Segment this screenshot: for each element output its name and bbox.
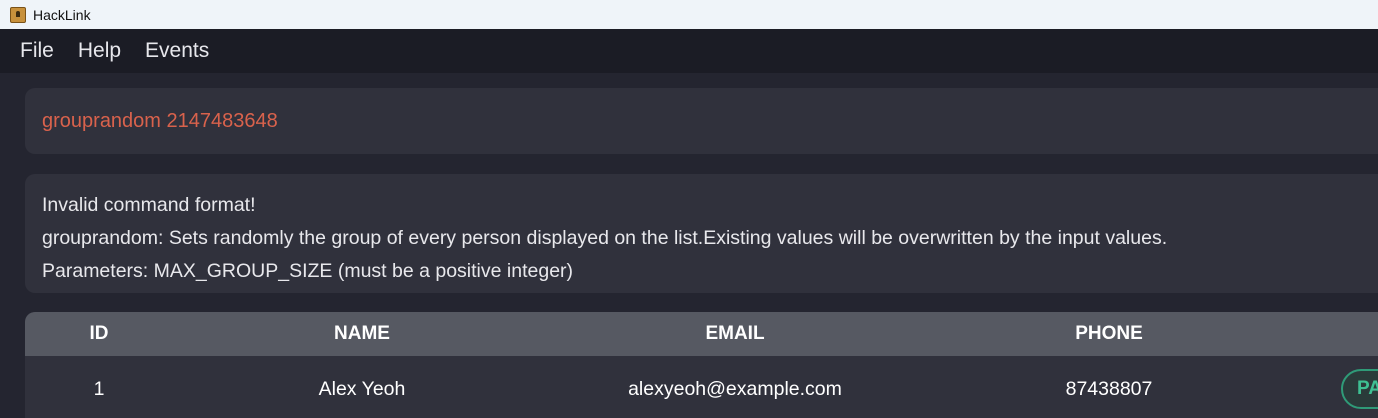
- app-icon: [10, 6, 26, 23]
- command-input-text[interactable]: grouprandom 2147483648: [42, 110, 278, 133]
- menu-events[interactable]: Events: [145, 39, 209, 63]
- header-name[interactable]: NAME: [173, 312, 551, 356]
- command-box[interactable]: grouprandom 2147483648: [25, 88, 1378, 154]
- table-header: ID NAME EMAIL PHONE: [25, 312, 1378, 356]
- result-line-error: Invalid command format!: [42, 194, 256, 216]
- result-line-parameters: Parameters: MAX_GROUP_SIZE (must be a po…: [42, 260, 574, 282]
- status-tag: PA: [1341, 369, 1378, 409]
- window-title: HackLink: [33, 6, 91, 23]
- menu-help[interactable]: Help: [78, 39, 121, 63]
- cell-id: 1: [93, 378, 105, 400]
- cell-phone: 87438807: [1065, 378, 1153, 400]
- window-titlebar: HackLink: [0, 0, 1378, 29]
- header-email[interactable]: EMAIL: [551, 312, 919, 356]
- person-table: ID NAME EMAIL PHONE 1 Alex Yeoh alexyeoh…: [25, 312, 1378, 418]
- result-display: Invalid command format! grouprandom: Set…: [25, 174, 1378, 293]
- table-row[interactable]: 1 Alex Yeoh alexyeoh@example.com 8743880…: [25, 356, 1378, 418]
- header-id[interactable]: ID: [25, 312, 173, 356]
- header-phone[interactable]: PHONE: [919, 312, 1299, 356]
- cell-email: alexyeoh@example.com: [628, 378, 842, 400]
- menu-file[interactable]: File: [20, 39, 54, 63]
- cell-name: Alex Yeoh: [318, 378, 406, 400]
- menu-bar: File Help Events: [0, 29, 1378, 73]
- result-line-usage: grouprandom: Sets randomly the group of …: [42, 227, 1168, 249]
